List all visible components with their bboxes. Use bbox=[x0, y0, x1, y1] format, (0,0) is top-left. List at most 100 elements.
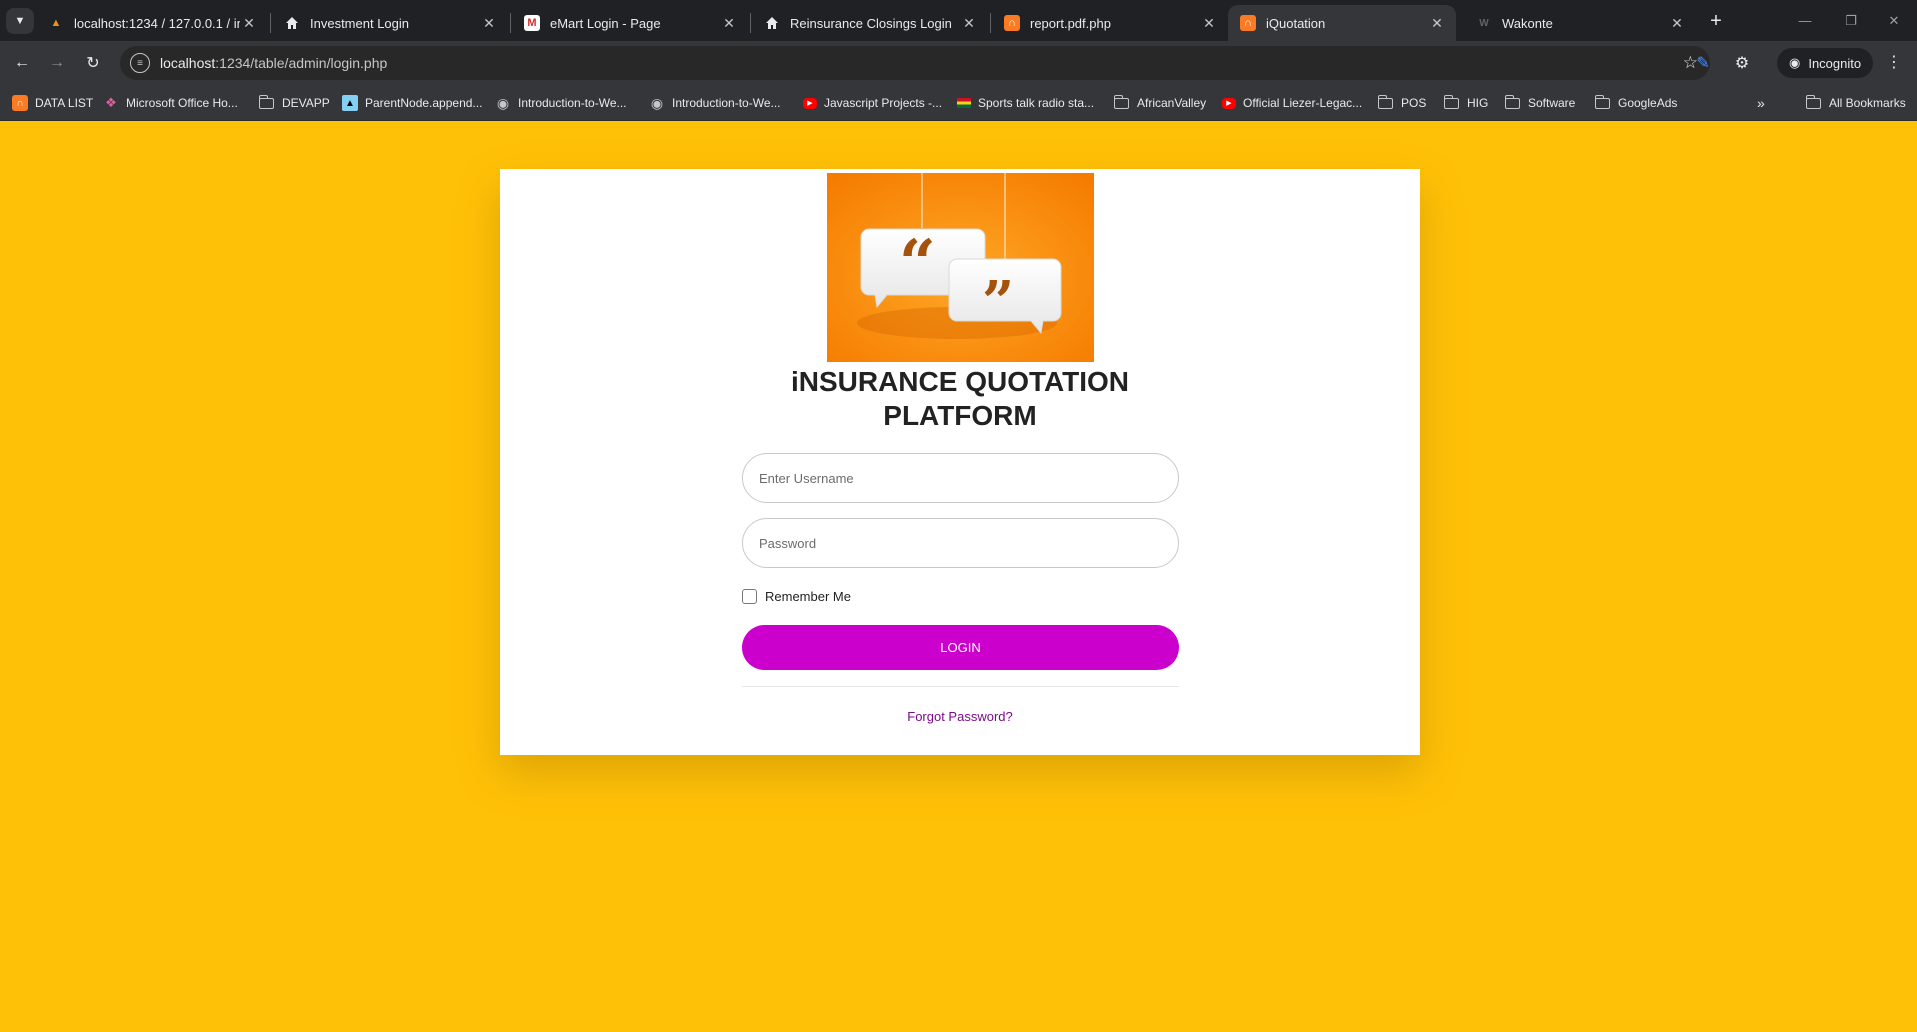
bookmark-devapp[interactable]: DEVAPP bbox=[258, 93, 330, 113]
bookmark-intro-web-1[interactable]: ◉ Introduction-to-We... bbox=[495, 93, 627, 113]
tab-iquotation[interactable]: ∩ iQuotation ✕ bbox=[1228, 5, 1456, 41]
remember-me[interactable]: Remember Me bbox=[742, 589, 851, 604]
folder-icon bbox=[1443, 94, 1459, 109]
tab-wakonte[interactable]: W Wakonte ✕ bbox=[1464, 5, 1696, 41]
close-icon[interactable]: ✕ bbox=[240, 14, 258, 32]
all-bookmarks-button[interactable]: All Bookmarks bbox=[1805, 93, 1906, 113]
tab-title: localhost:1234 / 127.0.0.1 / inve bbox=[74, 15, 240, 31]
bookmark-js-projects[interactable]: ▶ Javascript Projects -... bbox=[803, 93, 942, 113]
divider bbox=[742, 686, 1179, 687]
svg-text:“: “ bbox=[899, 226, 936, 301]
bookmark-label: Official Liezer-Legac... bbox=[1243, 96, 1363, 110]
emart-icon: M bbox=[524, 15, 540, 31]
bookmark-software[interactable]: Software bbox=[1504, 93, 1575, 113]
folder-icon bbox=[1805, 94, 1821, 109]
extensions-puzzle-icon[interactable]: ⚙ bbox=[1731, 52, 1753, 74]
bookmarks-overflow-button[interactable]: » bbox=[1757, 93, 1765, 113]
youtube-icon: ▶ bbox=[1222, 97, 1236, 109]
bookmark-label: ParentNode.append... bbox=[365, 96, 483, 110]
tab-emart-login[interactable]: M eMart Login - Page ✕ bbox=[512, 5, 748, 41]
office-icon: ❖ bbox=[105, 95, 117, 110]
bookmark-office[interactable]: ❖ Microsoft Office Ho... bbox=[103, 93, 238, 113]
incognito-badge[interactable]: ◉ Incognito bbox=[1777, 48, 1874, 78]
bookmark-data-list[interactable]: ∩ DATA LIST bbox=[12, 93, 93, 113]
minimize-icon: — bbox=[1798, 13, 1812, 28]
arrow-left-icon: ← bbox=[14, 54, 30, 71]
minimize-button[interactable]: — bbox=[1782, 0, 1828, 41]
forward-button[interactable]: → bbox=[43, 49, 71, 77]
quotation-hero-image: “ ” bbox=[827, 173, 1094, 362]
bookmarks-bar: ∩ DATA LIST ❖ Microsoft Office Ho... DEV… bbox=[0, 85, 1917, 121]
home-icon bbox=[764, 15, 780, 31]
close-icon[interactable]: ✕ bbox=[1428, 14, 1446, 32]
bookmark-intro-web-2[interactable]: ◉ Introduction-to-We... bbox=[649, 93, 781, 113]
close-window-button[interactable]: ✕ bbox=[1871, 0, 1917, 41]
tab-separator bbox=[270, 13, 271, 33]
page-background: “ ” iNSURANCE QUOTATION PLATFORM Remembe… bbox=[0, 121, 1917, 1032]
tab-phpmyadmin[interactable]: ▲ localhost:1234 / 127.0.0.1 / inve ✕ bbox=[36, 5, 268, 41]
github-icon: ◉ bbox=[496, 94, 510, 111]
restore-button[interactable]: ❐ bbox=[1828, 0, 1874, 41]
back-button[interactable]: ← bbox=[8, 49, 36, 77]
reload-button[interactable]: ↻ bbox=[79, 49, 107, 77]
login-button[interactable]: LOGIN bbox=[742, 625, 1179, 670]
bookmark-africanvalley[interactable]: AfricanValley bbox=[1113, 93, 1207, 113]
remember-me-label: Remember Me bbox=[765, 589, 851, 604]
tab-title: iQuotation bbox=[1266, 15, 1326, 31]
close-icon[interactable]: ✕ bbox=[720, 14, 738, 32]
remember-me-checkbox[interactable] bbox=[742, 589, 757, 604]
page-title-line-1: iNSURANCE QUOTATION bbox=[790, 366, 1130, 397]
tab-investment-login[interactable]: Investment Login ✕ bbox=[272, 5, 508, 41]
forgot-password-link[interactable]: Forgot Password? bbox=[500, 709, 1420, 724]
password-input[interactable] bbox=[742, 518, 1179, 568]
bookmark-label: DATA LIST bbox=[35, 96, 94, 110]
tab-title: Reinsurance Closings Login bbox=[790, 15, 952, 31]
bookmark-sports-radio[interactable]: Sports talk radio sta... bbox=[957, 93, 1094, 113]
close-icon[interactable]: ✕ bbox=[1200, 14, 1218, 32]
new-tab-button[interactable]: + bbox=[1702, 8, 1730, 34]
tab-report-pdf[interactable]: ∩ report.pdf.php ✕ bbox=[992, 5, 1228, 41]
page-title-line-2: PLATFORM bbox=[883, 400, 1037, 431]
folder-icon bbox=[1594, 94, 1610, 109]
bookmark-label: Javascript Projects -... bbox=[824, 96, 943, 110]
bookmark-label: Sports talk radio sta... bbox=[978, 96, 1095, 110]
tab-reinsurance-login[interactable]: Reinsurance Closings Login ✕ bbox=[752, 5, 988, 41]
tab-title: eMart Login - Page bbox=[550, 15, 661, 31]
reload-icon: ↻ bbox=[86, 55, 100, 72]
extension-pen-icon[interactable]: ✎ bbox=[1692, 52, 1714, 74]
close-icon[interactable]: ✕ bbox=[1668, 14, 1686, 32]
wakonte-icon: W bbox=[1479, 17, 1489, 29]
folder-icon bbox=[258, 94, 274, 109]
tab-strip: ▼ ▲ localhost:1234 / 127.0.0.1 / inve ✕ … bbox=[0, 0, 1917, 41]
bookmark-googleads[interactable]: GoogleAds bbox=[1594, 93, 1678, 113]
all-bookmarks-label: All Bookmarks bbox=[1829, 96, 1906, 110]
tab-search-button[interactable]: ▼ bbox=[6, 8, 34, 34]
folder-icon bbox=[1113, 94, 1129, 109]
bookmark-label: DEVAPP bbox=[282, 96, 330, 110]
bookmark-liezer-legacy[interactable]: ▶ Official Liezer-Legac... bbox=[1222, 93, 1362, 113]
plus-icon: + bbox=[1710, 9, 1722, 32]
bookmark-parentnode[interactable]: ▲ ParentNode.append... bbox=[342, 93, 482, 113]
arrow-right-icon: → bbox=[49, 54, 65, 71]
tab-title: Wakonte bbox=[1502, 15, 1553, 31]
browser-menu-icon[interactable]: ⋮ bbox=[1886, 52, 1902, 72]
bookmark-pos[interactable]: POS bbox=[1377, 93, 1426, 113]
site-info-icon[interactable]: ≡ bbox=[130, 53, 150, 73]
bookmark-label: Microsoft Office Ho... bbox=[126, 96, 238, 110]
bookmark-label: GoogleAds bbox=[1618, 96, 1678, 110]
close-icon[interactable]: ✕ bbox=[960, 14, 978, 32]
tab-title: report.pdf.php bbox=[1030, 15, 1111, 31]
url-host: localhost bbox=[160, 55, 216, 71]
tab-title: Investment Login bbox=[310, 15, 410, 31]
folder-icon bbox=[1377, 94, 1393, 109]
bookmark-label: AfricanValley bbox=[1137, 96, 1207, 110]
tab-separator bbox=[750, 13, 751, 33]
xampp-icon: ∩ bbox=[12, 95, 28, 111]
chevron-down-icon: ▼ bbox=[14, 15, 26, 27]
close-icon: ✕ bbox=[1888, 12, 1900, 28]
bookmark-hig[interactable]: HIG bbox=[1443, 93, 1488, 113]
username-input[interactable] bbox=[742, 453, 1179, 503]
bookmark-label: Introduction-to-We... bbox=[672, 96, 781, 110]
close-icon[interactable]: ✕ bbox=[480, 14, 498, 32]
address-bar[interactable]: ≡ localhost:1234/table/admin/login.php ☆ bbox=[120, 46, 1710, 80]
